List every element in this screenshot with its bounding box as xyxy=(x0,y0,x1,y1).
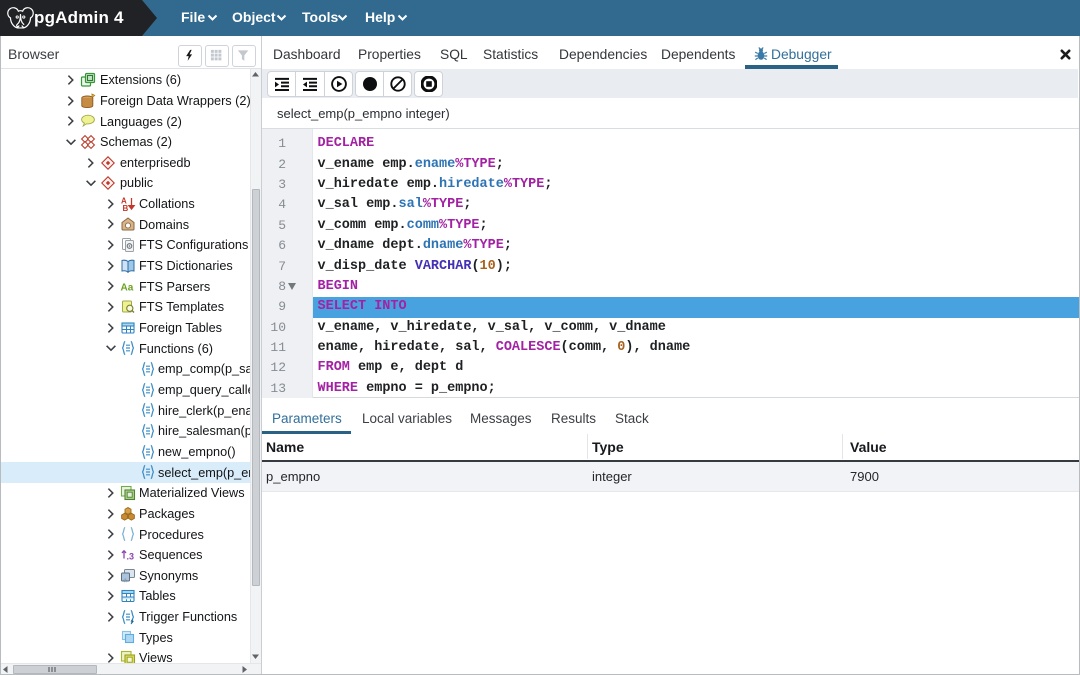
svg-text:Aa: Aa xyxy=(121,283,134,294)
svg-text:B: B xyxy=(123,204,129,212)
svg-text:.3: .3 xyxy=(127,551,135,561)
